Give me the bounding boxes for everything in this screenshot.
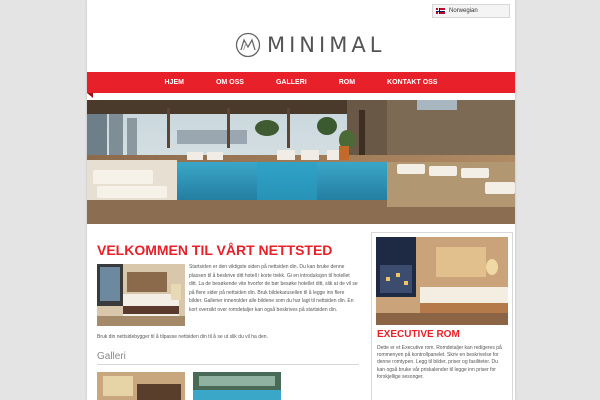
site-logo[interactable]: MINIMAL: [235, 32, 385, 58]
language-selector[interactable]: Norwegian: [432, 4, 510, 18]
gallery-image-room[interactable]: [97, 372, 185, 400]
gallery-title: Galleri: [97, 351, 126, 362]
nav-item-hjem[interactable]: HJEM: [149, 79, 200, 86]
nav-item-galleri[interactable]: GALLERI: [260, 79, 323, 86]
logo-text: MINIMAL: [267, 33, 386, 57]
welcome-tail: Bruk din nettsidebygger til å tilpasse n…: [97, 334, 268, 340]
nav-item-om-oss[interactable]: OM OSS: [200, 79, 260, 86]
welcome-title: VELKOMMEN TIL VÅRT NETTSTED: [97, 242, 333, 258]
executive-room-body: Dette er et Executive rom. Romdetaljer k…: [377, 345, 502, 380]
page-container: Norwegian MINIMAL HJEM OM OSS GALLERI RO…: [87, 0, 515, 400]
hotel-room-image: [97, 264, 185, 326]
executive-room-image: [376, 237, 508, 325]
featured-room-card: EXECUTIVE ROM Dette er et Executive rom.…: [371, 232, 513, 400]
gallery-divider: [97, 364, 359, 365]
language-label: Norwegian: [449, 8, 478, 14]
executive-room-title: EXECUTIVE ROM: [377, 329, 460, 340]
nav-ribbon-fold: [87, 93, 93, 98]
hero-pool-image: [87, 100, 515, 224]
nav-item-rom[interactable]: ROM: [323, 79, 371, 86]
minimal-logo-icon: [235, 32, 261, 58]
norway-flag-icon: [436, 8, 445, 14]
main-navigation: HJEM OM OSS GALLERI ROM KONTAKT OSS: [87, 72, 515, 93]
gallery-image-pool[interactable]: [193, 372, 281, 400]
welcome-body: Startsiden er den viktigste siden på net…: [189, 264, 358, 313]
nav-item-kontakt-oss[interactable]: KONTAKT OSS: [371, 79, 453, 86]
